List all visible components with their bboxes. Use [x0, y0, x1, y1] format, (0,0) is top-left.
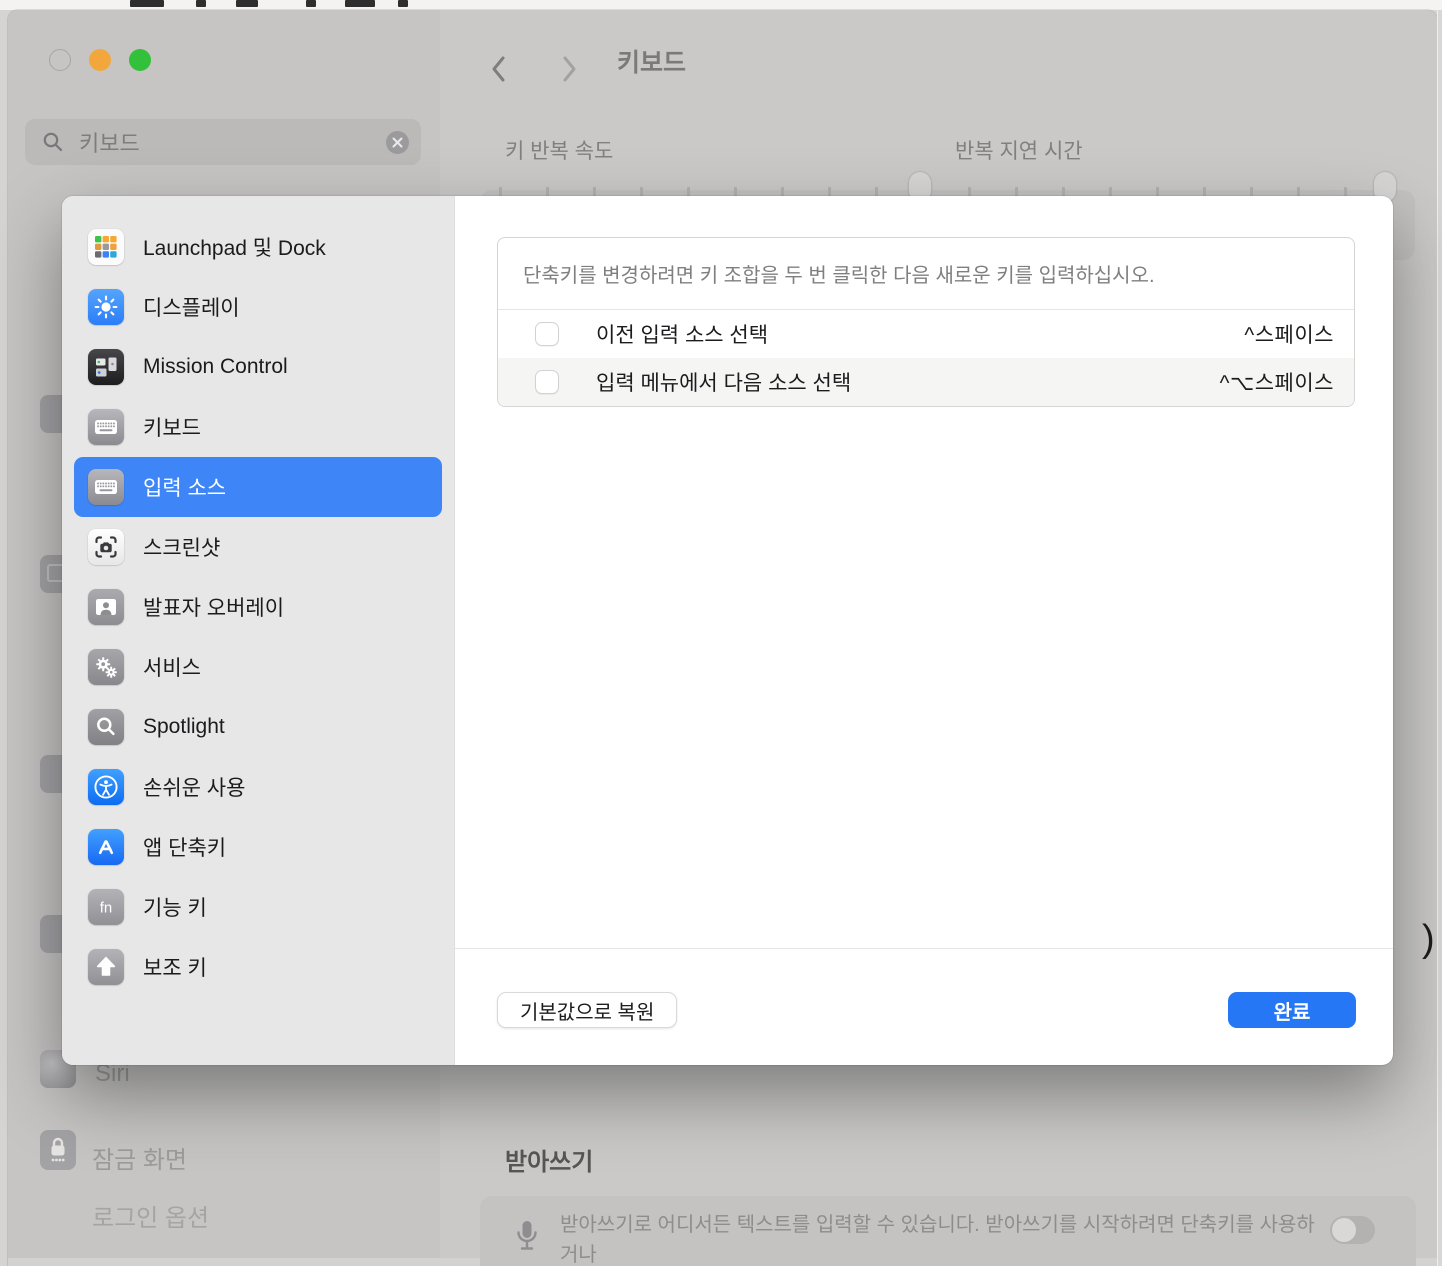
sidebar-item-app-shortcuts[interactable]: 앱 단축키 — [74, 817, 442, 877]
sidebar-item-screenshots[interactable]: 스크린샷 — [74, 517, 442, 577]
search-icon — [41, 130, 65, 154]
sidebar-item-label: 앱 단축키 — [143, 832, 226, 862]
sidebar-item-label: Mission Control — [143, 355, 288, 379]
clipped-text-mark — [306, 0, 316, 7]
shortcut-checkbox[interactable] — [535, 370, 559, 394]
launchpad-icon — [88, 229, 124, 265]
sidebar-item-function-keys[interactable]: fn 기능 키 — [74, 877, 442, 937]
shortcut-keys[interactable]: ^⌥스페이스 — [1220, 367, 1334, 397]
shortcut-label: 이전 입력 소스 선택 — [596, 319, 768, 349]
forward-icon[interactable] — [559, 54, 579, 89]
microphone-icon — [512, 1218, 542, 1263]
sidebar-item-accessibility[interactable]: 손쉬운 사용 — [74, 757, 442, 817]
svg-text:fn: fn — [100, 900, 113, 917]
display-icon — [88, 289, 124, 325]
clipped-text-mark — [130, 0, 164, 7]
clipped-text-mark — [345, 0, 375, 7]
shift-icon — [88, 949, 124, 985]
zoom-button[interactable] — [129, 49, 151, 71]
sidebar-item-label: 발표자 오버레이 — [143, 592, 284, 622]
sidebar-item-label: 입력 소스 — [143, 472, 226, 502]
keyboard-shortcuts-dialog: Launchpad 및 Dock 디스플레이 Mission Control 키보드… — [62, 196, 1393, 1065]
shortcuts-sidebar: Launchpad 및 Dock 디스플레이 Mission Control 키보드… — [62, 196, 455, 1065]
sidebar-item-label: 보조 키 — [143, 952, 207, 982]
restore-defaults-button[interactable]: 기본값으로 복원 — [497, 992, 677, 1028]
sidebar-item-services[interactable]: 서비스 — [74, 637, 442, 697]
fn-icon: fn — [88, 889, 124, 925]
shortcut-keys[interactable]: ^스페이스 — [1244, 319, 1334, 349]
sidebar-item-mission-control[interactable]: Mission Control — [74, 337, 442, 397]
shortcut-row[interactable]: 이전 입력 소스 선택 ^스페이스 — [498, 310, 1354, 358]
clear-search-icon[interactable] — [386, 131, 409, 154]
keyboard-icon — [88, 469, 124, 505]
dictation-heading: 받아쓰기 — [505, 1142, 593, 1177]
services-icon — [88, 649, 124, 685]
key-repeat-rate-label: 키 반복 속도 — [505, 135, 613, 165]
background-window-strip — [0, 0, 1442, 10]
background-window-edge — [1437, 10, 1442, 1266]
sidebar-item-spotlight[interactable]: Spotlight — [74, 697, 442, 757]
sidebar-item-presenter-overlay[interactable]: 발표자 오버레이 — [74, 577, 442, 637]
presenter-icon — [88, 589, 124, 625]
minimize-button[interactable] — [89, 49, 111, 71]
sidebar-item-login-options[interactable]: 로그인 옵션 — [92, 1198, 209, 1233]
clipped-text-mark — [398, 0, 408, 7]
page-title: 키보드 — [617, 43, 686, 79]
sidebar-item-display[interactable]: 디스플레이 — [74, 277, 442, 337]
clipped-text-mark — [236, 0, 258, 7]
sidebar-item-label: Spotlight — [143, 715, 225, 739]
back-icon[interactable] — [489, 54, 509, 89]
done-button[interactable]: 완료 — [1228, 992, 1356, 1028]
dialog-footer: 기본값으로 복원 완료 — [455, 948, 1393, 1065]
sidebar-item-label: 키보드 — [143, 412, 201, 442]
sidebar-item-modifier-keys[interactable]: 보조 키 — [74, 937, 442, 997]
shortcut-label: 입력 메뉴에서 다음 소스 선택 — [596, 367, 851, 397]
repeat-delay-label: 반복 지연 시간 — [955, 135, 1083, 165]
screen: ) 키보드 Siri 잠금 화면 — [0, 0, 1442, 1266]
sidebar-item-lock-screen[interactable]: 잠금 화면 — [92, 1140, 187, 1175]
shortcut-row[interactable]: 입력 메뉴에서 다음 소스 선택 ^⌥스페이스 — [498, 358, 1354, 406]
screenshot-icon — [88, 529, 124, 565]
sidebar-item-keyboard[interactable]: 키보드 — [74, 397, 442, 457]
sidebar-item-launchpad-dock[interactable]: Launchpad 및 Dock — [74, 217, 442, 277]
dictation-description: 받아쓰기로 어디서든 텍스트를 입력할 수 있습니다. 받아쓰기를 시작하려면 … — [560, 1210, 1330, 1266]
sidebar-item-label: 손쉬운 사용 — [143, 772, 245, 802]
accessibility-icon — [88, 769, 124, 805]
mission-control-icon — [88, 349, 124, 385]
toggle-knob — [1332, 1218, 1356, 1242]
shortcut-checkbox[interactable] — [535, 322, 559, 346]
shortcuts-instruction: 단축키를 변경하려면 키 조합을 두 번 클릭한 다음 새로운 키를 입력하십시… — [498, 238, 1354, 310]
spotlight-icon — [88, 709, 124, 745]
shortcuts-table: 단축키를 변경하려면 키 조합을 두 번 클릭한 다음 새로운 키를 입력하십시… — [497, 237, 1355, 407]
dictation-card: 받아쓰기로 어디서든 텍스트를 입력할 수 있습니다. 받아쓰기를 시작하려면 … — [480, 1196, 1416, 1266]
keyboard-icon — [88, 409, 124, 445]
sidebar-item-label: Launchpad 및 Dock — [143, 232, 326, 262]
clipped-text-mark — [196, 0, 206, 7]
sidebar-item-label: 디스플레이 — [143, 292, 240, 322]
sidebar-item-input-sources[interactable]: 입력 소스 — [74, 457, 442, 517]
dictation-toggle[interactable] — [1330, 1216, 1375, 1244]
search-value: 키보드 — [79, 126, 386, 158]
appstore-icon — [88, 829, 124, 865]
search-input[interactable]: 키보드 — [25, 119, 421, 165]
close-button[interactable] — [49, 49, 71, 71]
sidebar-item-label: 스크린샷 — [143, 532, 220, 562]
sidebar-item-label: 서비스 — [143, 652, 201, 682]
sidebar-item-label: 기능 키 — [143, 892, 207, 922]
clipped-glyph: ) — [1422, 918, 1435, 961]
lock-icon — [40, 1130, 76, 1170]
